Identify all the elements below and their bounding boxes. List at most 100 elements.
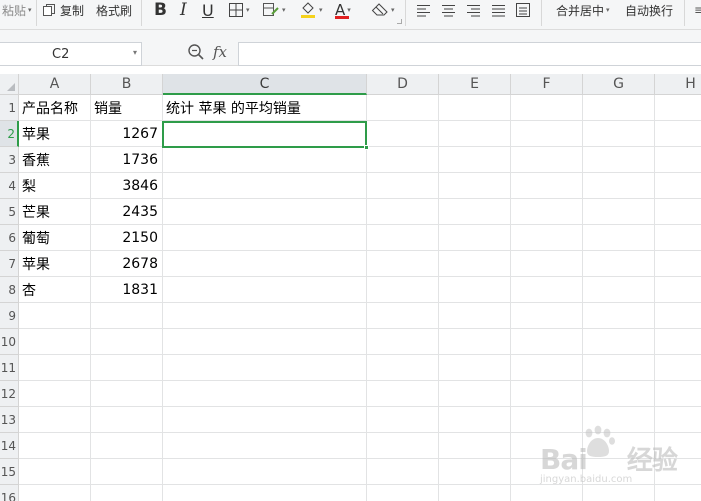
cell-h12[interactable] bbox=[655, 381, 701, 407]
cell-f14[interactable] bbox=[511, 433, 583, 459]
cell-g16[interactable] bbox=[583, 485, 655, 501]
cell-e7[interactable] bbox=[439, 251, 511, 277]
italic-button[interactable]: I bbox=[180, 0, 187, 20]
cell-a13[interactable] bbox=[19, 407, 91, 433]
row-header-9[interactable]: 9 bbox=[0, 303, 19, 329]
cell-d10[interactable] bbox=[367, 329, 439, 355]
row-header-15[interactable]: 15 bbox=[0, 459, 19, 485]
cell-h8[interactable] bbox=[655, 277, 701, 303]
cell-c9[interactable] bbox=[163, 303, 367, 329]
bold-button[interactable]: B bbox=[154, 0, 167, 20]
cell-g14[interactable] bbox=[583, 433, 655, 459]
column-header-e[interactable]: E bbox=[439, 74, 511, 95]
cell-h4[interactable] bbox=[655, 173, 701, 199]
clear-format-button[interactable]: ▾ bbox=[371, 0, 395, 20]
cell-a14[interactable] bbox=[19, 433, 91, 459]
cell-a10[interactable] bbox=[19, 329, 91, 355]
row-header-4[interactable]: 4 bbox=[0, 173, 19, 199]
cell-d9[interactable] bbox=[367, 303, 439, 329]
cell-b7[interactable]: 2678 bbox=[91, 251, 163, 277]
row-header-1[interactable]: 1 bbox=[0, 95, 19, 121]
cell-f11[interactable] bbox=[511, 355, 583, 381]
align-right-button[interactable] bbox=[466, 0, 481, 20]
cell-f1[interactable] bbox=[511, 95, 583, 121]
cell-d6[interactable] bbox=[367, 225, 439, 251]
cell-h2[interactable] bbox=[655, 121, 701, 147]
cell-e6[interactable] bbox=[439, 225, 511, 251]
borders-button[interactable]: ▾ bbox=[228, 0, 250, 20]
cell-e15[interactable] bbox=[439, 459, 511, 485]
cell-e14[interactable] bbox=[439, 433, 511, 459]
name-box[interactable]: C2 ▾ bbox=[0, 42, 142, 66]
row-header-8[interactable]: 8 bbox=[0, 277, 19, 303]
row-header-12[interactable]: 12 bbox=[0, 381, 19, 407]
cell-c12[interactable] bbox=[163, 381, 367, 407]
cell-a6[interactable]: 葡萄 bbox=[19, 225, 91, 251]
cell-f5[interactable] bbox=[511, 199, 583, 225]
cell-b2[interactable]: 1267 bbox=[91, 121, 163, 147]
column-header-a[interactable]: A bbox=[19, 74, 91, 95]
cell-h13[interactable] bbox=[655, 407, 701, 433]
cell-h9[interactable] bbox=[655, 303, 701, 329]
cell-e5[interactable] bbox=[439, 199, 511, 225]
cell-h10[interactable] bbox=[655, 329, 701, 355]
cell-h7[interactable] bbox=[655, 251, 701, 277]
cell-c10[interactable] bbox=[163, 329, 367, 355]
cell-h16[interactable] bbox=[655, 485, 701, 501]
cell-g9[interactable] bbox=[583, 303, 655, 329]
cell-b13[interactable] bbox=[91, 407, 163, 433]
cell-c16[interactable] bbox=[163, 485, 367, 501]
row-header-16[interactable]: 16 bbox=[0, 485, 19, 501]
cell-f6[interactable] bbox=[511, 225, 583, 251]
cell-a16[interactable] bbox=[19, 485, 91, 501]
cell-h11[interactable] bbox=[655, 355, 701, 381]
cell-c11[interactable] bbox=[163, 355, 367, 381]
underline-button[interactable]: U bbox=[202, 0, 214, 20]
cell-g1[interactable] bbox=[583, 95, 655, 121]
cell-b11[interactable] bbox=[91, 355, 163, 381]
cell-f3[interactable] bbox=[511, 147, 583, 173]
row-header-13[interactable]: 13 bbox=[0, 407, 19, 433]
cell-b16[interactable] bbox=[91, 485, 163, 501]
cell-f16[interactable] bbox=[511, 485, 583, 501]
copy-button[interactable]: 复制 bbox=[42, 0, 84, 20]
formula-input[interactable] bbox=[238, 42, 701, 66]
cell-d13[interactable] bbox=[367, 407, 439, 433]
cell-d15[interactable] bbox=[367, 459, 439, 485]
column-header-c[interactable]: C bbox=[163, 74, 367, 95]
cell-c7[interactable] bbox=[163, 251, 367, 277]
cell-g8[interactable] bbox=[583, 277, 655, 303]
cell-e4[interactable] bbox=[439, 173, 511, 199]
cell-d11[interactable] bbox=[367, 355, 439, 381]
cell-b3[interactable]: 1736 bbox=[91, 147, 163, 173]
cell-d4[interactable] bbox=[367, 173, 439, 199]
cell-d8[interactable] bbox=[367, 277, 439, 303]
cell-e3[interactable] bbox=[439, 147, 511, 173]
cell-d1[interactable] bbox=[367, 95, 439, 121]
more-tools-icon[interactable]: ≡ bbox=[694, 0, 701, 20]
select-all-button[interactable] bbox=[0, 74, 19, 95]
paste-button[interactable]: 粘贴 ▾ bbox=[2, 0, 32, 20]
cell-c5[interactable] bbox=[163, 199, 367, 225]
cell-g7[interactable] bbox=[583, 251, 655, 277]
cell-g11[interactable] bbox=[583, 355, 655, 381]
cell-d5[interactable] bbox=[367, 199, 439, 225]
cell-f15[interactable] bbox=[511, 459, 583, 485]
cell-e12[interactable] bbox=[439, 381, 511, 407]
row-header-2[interactable]: 2 bbox=[0, 121, 19, 147]
cell-b5[interactable]: 2435 bbox=[91, 199, 163, 225]
column-header-f[interactable]: F bbox=[511, 74, 583, 95]
cell-a11[interactable] bbox=[19, 355, 91, 381]
row-header-14[interactable]: 14 bbox=[0, 433, 19, 459]
cell-a3[interactable]: 香蕉 bbox=[19, 147, 91, 173]
cell-style-button[interactable]: ▾ bbox=[262, 0, 286, 20]
cell-c4[interactable] bbox=[163, 173, 367, 199]
cell-h6[interactable] bbox=[655, 225, 701, 251]
cell-f4[interactable] bbox=[511, 173, 583, 199]
column-header-g[interactable]: G bbox=[583, 74, 655, 95]
cell-c3[interactable] bbox=[163, 147, 367, 173]
cell-d3[interactable] bbox=[367, 147, 439, 173]
row-header-11[interactable]: 11 bbox=[0, 355, 19, 381]
cell-f10[interactable] bbox=[511, 329, 583, 355]
cell-e1[interactable] bbox=[439, 95, 511, 121]
